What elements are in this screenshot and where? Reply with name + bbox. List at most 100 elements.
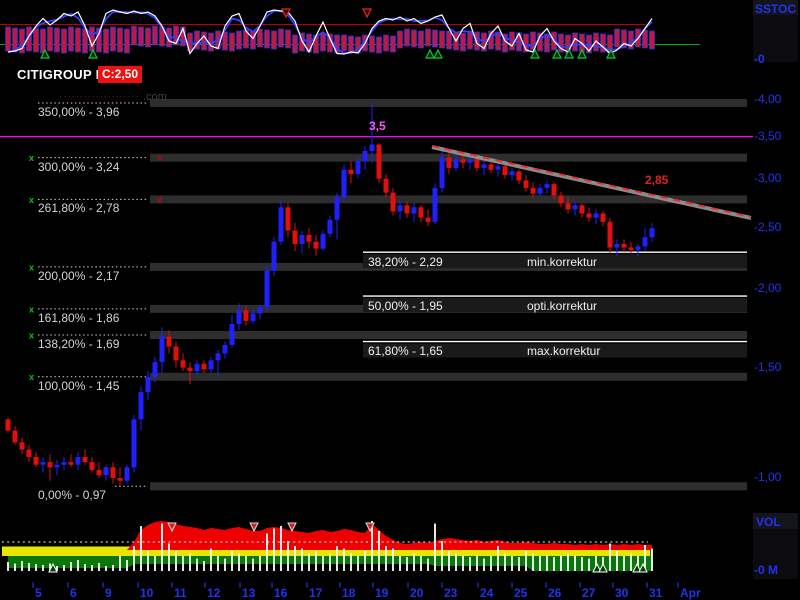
- stoch-histogram-bar: [118, 28, 123, 52]
- candle-body: [454, 159, 459, 168]
- stoch-histogram-bar: [349, 36, 354, 52]
- candle-body: [139, 392, 144, 419]
- candle-body: [496, 166, 501, 169]
- candle-body: [503, 166, 508, 175]
- volume-bar: [511, 556, 513, 571]
- volume-bar: [175, 551, 177, 571]
- volume-bar: [385, 546, 387, 571]
- volume-bar: [266, 534, 268, 572]
- candle-body: [426, 218, 431, 222]
- stoch-buy-triangle-icon: [426, 50, 434, 58]
- candle-body: [27, 450, 32, 457]
- candle-body: [552, 184, 557, 195]
- candle-body: [258, 307, 263, 313]
- fib-green-x-marker: x: [29, 372, 34, 382]
- volume-bar: [217, 556, 219, 571]
- candle-body: [160, 337, 165, 362]
- candle-body: [83, 457, 88, 462]
- candle-body: [195, 364, 200, 371]
- stoch-buy-triangle-icon: [434, 50, 442, 58]
- fib-red-x-marker: x: [157, 195, 162, 205]
- candle-body: [307, 235, 312, 242]
- candle-body: [69, 462, 74, 465]
- candle-body: [237, 310, 242, 324]
- volume-bar: [455, 554, 457, 572]
- volume-bar: [98, 563, 100, 571]
- stoch-histogram-bar: [237, 31, 242, 49]
- volume-bar: [574, 556, 576, 571]
- candle-body: [181, 360, 186, 367]
- volume-bar: [413, 554, 415, 572]
- volume-bar: [105, 566, 107, 571]
- fib-green-x-marker: x: [29, 195, 34, 205]
- candle-body: [230, 324, 235, 345]
- volume-bar: [581, 557, 583, 571]
- volume-bar: [553, 557, 555, 571]
- candle-body: [76, 457, 81, 465]
- volume-bar: [525, 551, 527, 571]
- candle-body: [167, 337, 172, 347]
- candle-body: [90, 462, 95, 470]
- stoch-histogram-bar: [279, 29, 284, 47]
- volume-bar: [392, 549, 394, 572]
- stoch-histogram-bar: [419, 31, 424, 48]
- volume-bar: [252, 559, 254, 572]
- stoch-histogram-bar: [104, 29, 109, 53]
- stoch-histogram-bar: [433, 30, 438, 47]
- volume-bar: [427, 559, 429, 572]
- korrektur-strip: [363, 344, 747, 358]
- stoch-histogram-bar: [125, 29, 130, 53]
- volume-bar: [357, 556, 359, 571]
- volume-bar: [476, 555, 478, 571]
- candle-body: [517, 171, 522, 180]
- candle-body: [174, 347, 179, 361]
- volume-bar: [224, 559, 226, 572]
- candle-body: [594, 213, 599, 217]
- stoch-histogram-bar: [370, 36, 375, 52]
- candle-body: [265, 271, 270, 308]
- korrektur-strip: [363, 298, 747, 312]
- candle-body: [580, 205, 585, 213]
- stoch-histogram-bar: [391, 36, 396, 52]
- stoch-histogram-bar: [321, 33, 326, 51]
- volume-bar: [364, 551, 366, 571]
- stoch-histogram-bar: [405, 29, 410, 46]
- candle-body: [482, 164, 487, 167]
- candle-body: [601, 213, 606, 221]
- stoch-sell-triangle-icon: [363, 9, 371, 17]
- stoch-histogram-bar: [384, 35, 389, 51]
- fib-band: [150, 331, 747, 339]
- volume-bar: [35, 564, 37, 571]
- volume-bar: [7, 562, 9, 571]
- volume-bar: [126, 560, 128, 571]
- volume-bar: [532, 554, 534, 572]
- candle-body: [636, 246, 641, 250]
- candle-body: [531, 188, 536, 194]
- volume-bar: [336, 546, 338, 571]
- volume-sell-triangle-icon: [288, 523, 296, 531]
- candle-body: [335, 197, 340, 219]
- candle-body: [118, 478, 123, 481]
- volume-bar: [399, 556, 401, 571]
- candle-body: [545, 184, 550, 188]
- candle-body: [20, 442, 25, 449]
- fib-band: [150, 373, 747, 381]
- candle-body: [104, 467, 109, 475]
- chart-canvas[interactable]: xxxxxxxx: [0, 0, 800, 600]
- candle-body: [41, 462, 46, 465]
- stoch-histogram-bar: [6, 27, 11, 51]
- candle-body: [97, 470, 102, 475]
- candle-body: [328, 220, 333, 234]
- volume-bar: [119, 556, 121, 571]
- volume-bar: [280, 526, 282, 571]
- stoch-histogram-bar: [265, 30, 270, 48]
- volume-bar: [84, 564, 86, 571]
- fib-green-x-marker: x: [29, 153, 34, 163]
- candle-body: [559, 195, 564, 203]
- candle-body: [342, 170, 347, 198]
- volume-bar: [315, 551, 317, 571]
- candle-body: [272, 242, 277, 271]
- volume-bar: [616, 551, 618, 571]
- candle-body: [62, 462, 67, 465]
- candle-body: [510, 171, 515, 175]
